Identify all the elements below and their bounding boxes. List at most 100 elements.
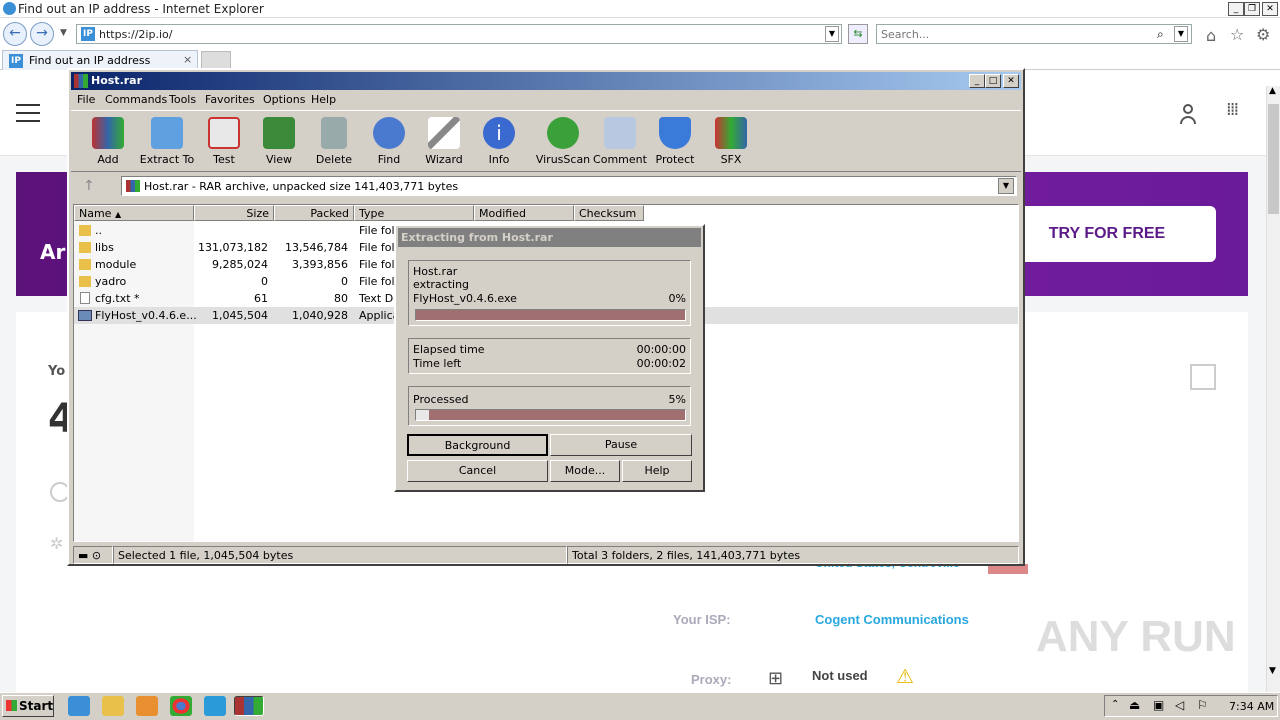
toolbar-virusscan-button[interactable]: VirusScan xyxy=(533,117,593,166)
tray-clock: 7:34 AM xyxy=(1229,700,1275,713)
favorites-star-icon[interactable]: ☆ xyxy=(1230,25,1244,44)
scroll-thumb[interactable] xyxy=(1268,104,1279,214)
toolbar-comment-button[interactable]: Comment xyxy=(590,117,650,166)
forward-button[interactable]: → xyxy=(30,22,54,46)
path-dropdown-icon[interactable]: ▼ xyxy=(998,178,1014,194)
search-dropdown-icon[interactable]: ▼ xyxy=(1174,26,1188,42)
col-checksum[interactable]: Checksum xyxy=(574,205,644,221)
toolbar-info-button[interactable]: i Info xyxy=(469,117,529,166)
close-button[interactable]: ✕ xyxy=(1262,2,1278,16)
status-selected: Selected 1 file, 1,045,504 bytes xyxy=(113,546,567,564)
folder-extract-icon xyxy=(151,117,183,149)
col-size[interactable]: Size xyxy=(194,205,274,221)
home-icon[interactable]: ⌂ xyxy=(1206,26,1216,45)
processed-label: Processed xyxy=(413,393,469,406)
toolbar-delete-button[interactable]: Delete xyxy=(304,117,364,166)
cancel-button[interactable]: Cancel xyxy=(407,460,548,482)
up-folder-icon[interactable]: ↑ xyxy=(83,178,95,194)
dialog-title: Extracting from Host.rar xyxy=(401,231,553,244)
info-icon: i xyxy=(483,117,515,149)
page-scrollbar[interactable]: ▲ ▼ xyxy=(1266,86,1280,692)
address-bar[interactable]: IP https://2ip.io/ ▼ xyxy=(76,24,842,44)
time-left-label: Time left xyxy=(413,357,462,370)
back-button[interactable]: ← xyxy=(3,22,27,46)
scroll-down-icon[interactable]: ▼ xyxy=(1269,666,1276,676)
toolbar-sfx-button[interactable]: SFX xyxy=(701,117,761,166)
taskbar-explorer-icon[interactable] xyxy=(102,696,124,716)
col-modified[interactable]: Modified xyxy=(474,205,574,221)
menu-favorites[interactable]: Favorites xyxy=(205,93,255,106)
winrar-maximize-button[interactable]: □ xyxy=(985,74,1001,88)
search-placeholder: Search... xyxy=(881,28,930,41)
toolbar-test-button[interactable]: Test xyxy=(194,117,254,166)
toolbar-protect-button[interactable]: Protect xyxy=(645,117,705,166)
toolbar-add-button[interactable]: Add xyxy=(78,117,138,166)
taskbar-chrome-icon[interactable] xyxy=(170,696,192,716)
help-button[interactable]: Help xyxy=(622,460,692,482)
toolbar-wizard-button[interactable]: Wizard xyxy=(414,117,474,166)
ie-title-bar: Find out an IP address - Internet Explor… xyxy=(0,0,1280,18)
file-progress-bar xyxy=(415,309,686,321)
start-button[interactable]: Start xyxy=(2,695,54,717)
winrar-minimize-button[interactable]: _ xyxy=(969,74,985,88)
processed-progress-bar xyxy=(415,409,686,421)
minimize-button[interactable]: _ xyxy=(1228,2,1244,16)
sort-asc-icon: ▲ xyxy=(114,210,122,219)
user-icon[interactable] xyxy=(1178,104,1198,126)
taskbar-ie-icon[interactable] xyxy=(68,696,90,716)
history-dropdown-icon[interactable]: ▼ xyxy=(60,28,67,38)
refresh-icon[interactable]: ⇆ xyxy=(848,24,868,44)
tab-close-icon[interactable]: × xyxy=(183,53,192,66)
taskbar-edge-icon[interactable] xyxy=(204,696,226,716)
toolbar-extract-button[interactable]: Extract To xyxy=(137,117,197,166)
folder-icon xyxy=(79,225,91,236)
tray-volume-icon[interactable]: ◁ xyxy=(1175,698,1184,712)
tray-expand-icon[interactable]: ⌃ xyxy=(1111,699,1119,710)
new-tab-button[interactable] xyxy=(201,51,231,69)
winrar-title: Host.rar xyxy=(91,74,143,87)
background-button[interactable]: Background xyxy=(407,434,548,456)
tray-usb-icon[interactable]: ⏏ xyxy=(1129,698,1140,712)
tab-active[interactable]: IP Find out an IP address × xyxy=(2,50,198,70)
scroll-up-icon[interactable]: ▲ xyxy=(1269,86,1276,96)
sfx-icon xyxy=(715,117,747,149)
archive-name: Host.rar xyxy=(413,265,458,278)
search-box[interactable]: Search... ⌕ ▼ xyxy=(876,24,1192,44)
menu-tools[interactable]: Tools xyxy=(169,93,196,106)
gear-icon[interactable]: ⚙ xyxy=(1256,25,1270,44)
menu-options[interactable]: Options xyxy=(263,93,305,106)
pause-button[interactable]: Pause xyxy=(550,434,692,456)
hamburger-menu-icon[interactable] xyxy=(16,104,40,122)
taskbar-media-icon[interactable] xyxy=(136,696,158,716)
trash-icon xyxy=(321,117,347,149)
path-dropdown[interactable]: Host.rar - RAR archive, unpacked size 14… xyxy=(121,176,1017,196)
try-for-free-button[interactable]: TRY FOR FREE xyxy=(998,206,1216,262)
your-ip-label-partial: Yo xyxy=(48,364,66,379)
col-packed[interactable]: Packed xyxy=(274,205,354,221)
restore-button[interactable]: ❐ xyxy=(1244,2,1260,16)
bug-icon xyxy=(547,117,579,149)
taskbar-winrar-icon[interactable] xyxy=(234,696,264,716)
menu-file[interactable]: File xyxy=(77,93,95,106)
tray-flag-icon[interactable]: ⚐ xyxy=(1197,698,1208,712)
file-progress-group: Host.rar extracting FlyHost_v0.4.6.exe 0… xyxy=(408,260,691,326)
mode-button[interactable]: Mode... xyxy=(550,460,620,482)
toolbar-view-button[interactable]: View xyxy=(249,117,309,166)
proxy-label: Proxy: xyxy=(691,672,732,687)
col-type[interactable]: Type xyxy=(354,205,474,221)
tab-favicon-icon: IP xyxy=(9,54,23,68)
toolbar-find-button[interactable]: Find xyxy=(359,117,419,166)
tray-network-icon[interactable]: ▣ xyxy=(1153,698,1164,712)
menu-help[interactable]: Help xyxy=(311,93,336,106)
apps-grid-icon[interactable]: ⁞⁞⁞ xyxy=(1226,101,1246,124)
col-name[interactable]: Name ▲ xyxy=(74,205,194,221)
search-icon[interactable]: ⌕ xyxy=(1157,27,1164,42)
drive-icon[interactable]: ▬ ⊙ xyxy=(73,546,113,564)
winrar-logo-icon xyxy=(74,74,88,88)
menu-commands[interactable]: Commands xyxy=(105,93,167,106)
settings-icon[interactable]: ✲ xyxy=(50,534,63,553)
winrar-close-button[interactable]: ✕ xyxy=(1003,74,1019,88)
address-dropdown-icon[interactable]: ▼ xyxy=(825,26,839,42)
copy-icon[interactable] xyxy=(1190,364,1216,390)
time-group: Elapsed time 00:00:00 Time left 00:00:02 xyxy=(408,338,691,374)
